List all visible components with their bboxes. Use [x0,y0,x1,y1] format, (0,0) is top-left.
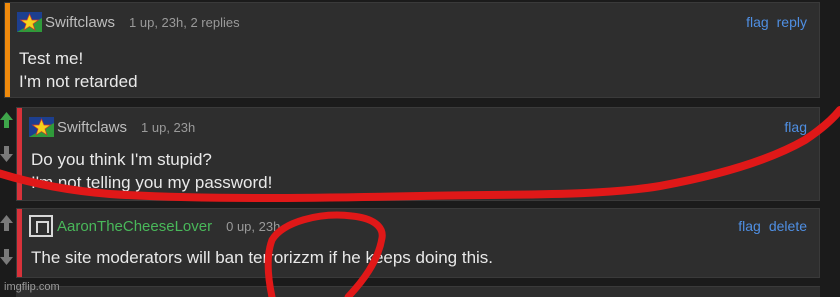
comment-accent-bar [17,108,22,200]
comment-1: Swiftclaws 1 up, 23h, 2 replies flag rep… [4,2,820,98]
comment-line: Test me! [19,49,84,68]
comment-accent-bar [17,209,22,277]
watermark: imgflip.com [4,281,60,293]
comment-meta: 1 up, 23h [141,119,196,135]
username[interactable]: Swiftclaws [57,119,127,136]
comment-meta: 1 up, 23h, 2 replies [129,14,240,30]
comment-body: Do you think I'm stupid? I'm not telling… [31,148,805,194]
default-user-icon[interactable] [29,215,53,237]
comment-line: The site moderators will ban terrorizzm … [31,248,494,267]
comment-thread: Swiftclaws 1 up, 23h, 2 replies flag rep… [0,0,840,297]
comment-line: I'm not retarded [19,72,138,91]
flag-link[interactable]: flag [746,14,769,30]
vote-controls [0,112,13,162]
flag-link[interactable]: flag [738,218,761,234]
comment-accent-bar [5,3,10,97]
comment-header: AaronTheCheeseLover 0 up, 23h flag delet… [29,215,807,237]
comment-line: Do you think I'm stupid? [31,150,212,169]
comment-body: Test me! I'm not retarded [19,47,805,93]
vote-controls [0,215,13,265]
next-comment-edge [16,286,820,297]
username[interactable]: Swiftclaws [45,14,115,31]
comment-2: Swiftclaws 1 up, 23h flag Do you think I… [16,107,820,201]
downvote-arrow-icon[interactable] [0,146,13,162]
username[interactable]: AaronTheCheeseLover [57,218,212,235]
comment-header: Swiftclaws 1 up, 23h flag [29,116,807,138]
comment-body: The site moderators will ban terrorizzm … [31,246,805,269]
delete-link[interactable]: delete [769,218,807,234]
comment-line: I'm not telling you my password! [31,173,273,192]
reply-link[interactable]: reply [777,14,807,30]
star-avatar-icon[interactable] [17,12,42,32]
comment-actions: flag [784,119,807,135]
comment-meta: 0 up, 23h [226,218,281,234]
comment-actions: flag delete [738,218,807,234]
upvote-arrow-icon[interactable] [0,112,13,128]
downvote-arrow-icon[interactable] [0,249,13,265]
flag-link[interactable]: flag [784,119,807,135]
star-avatar-icon[interactable] [29,117,54,137]
comment-header: Swiftclaws 1 up, 23h, 2 replies flag rep… [17,11,807,33]
upvote-arrow-icon[interactable] [0,215,13,231]
comment-actions: flag reply [746,14,807,30]
comment-3: AaronTheCheeseLover 0 up, 23h flag delet… [16,208,820,278]
